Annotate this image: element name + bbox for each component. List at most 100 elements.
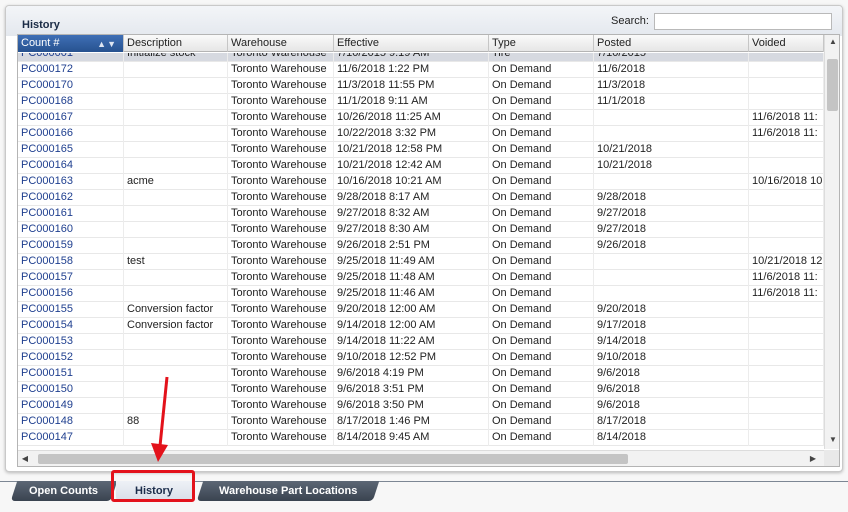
cell-posted: 9/10/2018 <box>594 350 749 366</box>
column-header-count[interactable]: Count # ▲▼ <box>18 35 124 52</box>
cell-posted <box>594 126 749 142</box>
table-row[interactable]: PC000162 Toronto Warehouse 9/28/2018 8:17 … <box>18 190 824 206</box>
column-header-effective[interactable]: Effective <box>334 35 489 52</box>
cell-desc: Conversion factor <box>124 302 228 318</box>
cell-type: On Demand <box>489 206 594 222</box>
search-input[interactable] <box>654 13 832 30</box>
table-row[interactable]: PC000156 Toronto Warehouse 9/25/2018 11:46… <box>18 286 824 302</box>
column-header-label: Effective <box>337 37 379 49</box>
tab-open-counts[interactable]: Open Counts <box>10 481 118 501</box>
table-row[interactable]: PC000148 88 Toronto Warehouse 8/17/2018 1:4… <box>18 414 824 430</box>
cell-wh: Toronto Warehouse <box>228 382 334 398</box>
table-row[interactable]: PC000147 Toronto Warehouse 8/14/2018 9:45 … <box>18 430 824 446</box>
table-row[interactable]: PC000152 Toronto Warehouse 9/10/2018 12:52… <box>18 350 824 366</box>
cell-type: On Demand <box>489 398 594 414</box>
cell-type: On Demand <box>489 94 594 110</box>
annotation-highlight-box <box>111 470 195 502</box>
table-row[interactable]: PC000151 Toronto Warehouse 9/6/2018 4:19 P… <box>18 366 824 382</box>
table-row[interactable]: PC000168 Toronto Warehouse 11/1/2018 9:11 … <box>18 94 824 110</box>
cell-wh: Toronto Warehouse <box>228 62 334 78</box>
cell-eff: 11/1/2018 9:11 AM <box>334 94 489 110</box>
cell-eff: 10/21/2018 12:42 AM <box>334 158 489 174</box>
tab-warehouse-part-locations[interactable]: Warehouse Part Locations <box>196 481 380 501</box>
table-row[interactable]: PC000153 Toronto Warehouse 9/14/2018 11:22… <box>18 334 824 350</box>
chevron-left-icon[interactable]: ◀ <box>20 454 30 463</box>
table-row[interactable]: PC000160 Toronto Warehouse 9/27/2018 8:30 … <box>18 222 824 238</box>
table-row[interactable]: PC000155 Conversion factor Toronto Warehou… <box>18 302 824 318</box>
table-row[interactable]: PC000001 Initialize stock Toronto Warehous… <box>18 53 824 62</box>
cell-type: On Demand <box>489 78 594 94</box>
cell-count: PC000158 <box>18 254 124 270</box>
table-row[interactable]: PC000159 Toronto Warehouse 9/26/2018 2:51 … <box>18 238 824 254</box>
cell-type: On Demand <box>489 254 594 270</box>
cell-eff: 9/14/2018 11:22 AM <box>334 334 489 350</box>
cell-type: On Demand <box>489 110 594 126</box>
table-row[interactable]: PC000167 Toronto Warehouse 10/26/2018 11:2… <box>18 110 824 126</box>
cell-desc: test <box>124 254 228 270</box>
cell-posted: 9/17/2018 <box>594 318 749 334</box>
grid-header: Count # ▲▼ Description Warehouse Effecti… <box>18 35 824 52</box>
column-header-description[interactable]: Description <box>124 35 228 52</box>
cell-wh: Toronto Warehouse <box>228 158 334 174</box>
cell-count: PC000152 <box>18 350 124 366</box>
cell-type: On Demand <box>489 302 594 318</box>
cell-type: On Demand <box>489 382 594 398</box>
column-header-posted[interactable]: Posted <box>594 35 749 52</box>
cell-eff: 9/10/2018 12:52 PM <box>334 350 489 366</box>
cell-voided: 10/16/2018 10 <box>749 174 824 190</box>
cell-wh: Toronto Warehouse <box>228 318 334 334</box>
column-header-label: Type <box>492 37 516 49</box>
horizontal-scrollbar[interactable]: ◀ ▶ <box>18 450 824 466</box>
cell-voided <box>749 318 824 334</box>
table-row[interactable]: PC000165 Toronto Warehouse 10/21/2018 12:5… <box>18 142 824 158</box>
cell-count: PC000154 <box>18 318 124 334</box>
vertical-scrollbar[interactable]: ▲ ▼ <box>824 35 839 449</box>
cell-count: PC000149 <box>18 398 124 414</box>
cell-desc <box>124 366 228 382</box>
table-row[interactable]: PC000164 Toronto Warehouse 10/21/2018 12:4… <box>18 158 824 174</box>
cell-posted: 9/27/2018 <box>594 206 749 222</box>
table-row[interactable]: PC000166 Toronto Warehouse 10/22/2018 3:32… <box>18 126 824 142</box>
cell-posted <box>594 270 749 286</box>
cell-posted: 9/27/2018 <box>594 222 749 238</box>
sort-arrows-icon[interactable]: ▲▼ <box>97 40 117 49</box>
chevron-right-icon[interactable]: ▶ <box>808 454 818 463</box>
cell-type: On Demand <box>489 414 594 430</box>
cell-count: PC000147 <box>18 430 124 446</box>
cell-eff: 7/10/2015 9:19 AM <box>334 53 489 62</box>
cell-posted <box>594 254 749 270</box>
cell-eff: 9/27/2018 8:32 AM <box>334 206 489 222</box>
grid-rows: PC000001 Initialize stock Toronto Warehous… <box>18 53 824 449</box>
cell-count: PC000161 <box>18 206 124 222</box>
cell-type: On Demand <box>489 366 594 382</box>
cell-type: Tire <box>489 53 594 62</box>
cell-count: PC000162 <box>18 190 124 206</box>
cell-count: PC000156 <box>18 286 124 302</box>
table-row[interactable]: PC000163 acme Toronto Warehouse 10/16/2018 … <box>18 174 824 190</box>
cell-type: On Demand <box>489 126 594 142</box>
vertical-scroll-thumb[interactable] <box>827 59 838 111</box>
table-row[interactable]: PC000170 Toronto Warehouse 11/3/2018 11:55… <box>18 78 824 94</box>
column-header-type[interactable]: Type <box>489 35 594 52</box>
table-row[interactable]: PC000172 Toronto Warehouse 11/6/2018 1:22 … <box>18 62 824 78</box>
cell-posted: 10/21/2018 <box>594 142 749 158</box>
table-row[interactable]: PC000157 Toronto Warehouse 9/25/2018 11:48… <box>18 270 824 286</box>
cell-wh: Toronto Warehouse <box>228 414 334 430</box>
column-header-voided[interactable]: Voided <box>749 35 824 52</box>
table-row[interactable]: PC000150 Toronto Warehouse 9/6/2018 3:51 P… <box>18 382 824 398</box>
search-label: Search: <box>611 15 649 27</box>
column-header-warehouse[interactable]: Warehouse <box>228 35 334 52</box>
table-row[interactable]: PC000161 Toronto Warehouse 9/27/2018 8:32 … <box>18 206 824 222</box>
cell-voided: 11/6/2018 11: <box>749 126 824 142</box>
cell-desc <box>124 382 228 398</box>
chevron-down-icon[interactable]: ▼ <box>825 435 839 444</box>
cell-posted <box>594 110 749 126</box>
table-row[interactable]: PC000149 Toronto Warehouse 9/6/2018 3:50 P… <box>18 398 824 414</box>
table-row[interactable]: PC000158 test Toronto Warehouse 9/25/2018 1… <box>18 254 824 270</box>
table-row[interactable]: PC000154 Conversion factor Toronto Warehou… <box>18 318 824 334</box>
horizontal-scroll-thumb[interactable] <box>38 454 628 464</box>
cell-voided <box>749 238 824 254</box>
chevron-up-icon[interactable]: ▲ <box>825 37 839 46</box>
cell-desc <box>124 206 228 222</box>
cell-posted: 9/6/2018 <box>594 382 749 398</box>
